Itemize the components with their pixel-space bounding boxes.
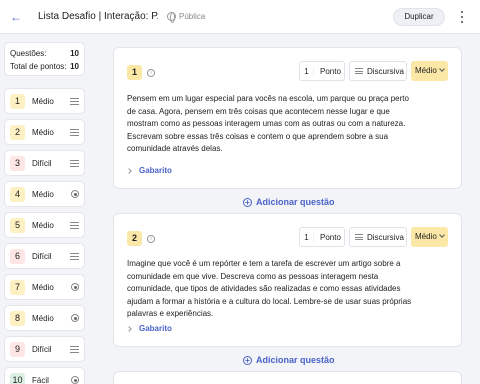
- question-number: 2: [10, 124, 25, 140]
- answer-key-toggle[interactable]: Gabarito: [126, 166, 172, 175]
- sidebar-question-item[interactable]: 1 Médio: [4, 88, 85, 114]
- question-card-1: 1 i 1 Ponto Discursiva Médio Pensem em u…: [113, 47, 462, 189]
- questions-count-label: Questões:: [10, 49, 47, 58]
- points-field[interactable]: 1 Ponto: [299, 61, 345, 81]
- visibility-label: Pública: [179, 12, 206, 21]
- question-level: Médio: [32, 313, 54, 323]
- answer-key-label: Gabarito: [139, 324, 172, 333]
- sidebar-question-item[interactable]: 2 Médio: [4, 119, 85, 145]
- points-unit: Ponto: [320, 232, 341, 242]
- sidebar-question-item[interactable]: 8 Médio: [4, 305, 85, 331]
- chevron-down-icon: [438, 232, 445, 238]
- sidebar-question-item[interactable]: 9 Difícil: [4, 336, 85, 362]
- question-type-label: Discursiva: [367, 66, 404, 76]
- question-level: Difícil: [32, 158, 52, 168]
- discursive-icon: [355, 234, 363, 240]
- discursive-icon: [70, 221, 79, 229]
- question-number: 9: [10, 341, 25, 357]
- question-level: Difícil: [32, 251, 52, 261]
- question-level: Médio: [32, 189, 54, 199]
- difficulty-select[interactable]: Médio: [411, 227, 448, 247]
- discursive-icon: [70, 128, 79, 136]
- question-number: 7: [10, 279, 25, 295]
- question-text: Pensem em um lugar especial para vocês n…: [127, 94, 409, 154]
- question-card-3: [113, 371, 462, 384]
- chevron-right-icon: [126, 325, 132, 332]
- multiple-choice-icon: [71, 314, 79, 322]
- question-level: Médio: [32, 282, 54, 292]
- add-question-button[interactable]: + Adicionar questão: [243, 197, 335, 207]
- globe-icon: [167, 12, 176, 23]
- page-title: Lista Desafio | Interação: P...: [38, 11, 158, 22]
- question-type-label: Discursiva: [367, 232, 404, 242]
- points-field[interactable]: 1 Ponto: [299, 227, 345, 247]
- plus-circle-icon: +: [243, 197, 252, 207]
- question-number: 8: [10, 310, 25, 326]
- chevron-down-icon: [438, 66, 445, 72]
- visibility-badge[interactable]: Pública: [167, 12, 206, 23]
- question-sidebar: Questões: 10 Total de pontos: 10 1 Médio 2 Mé…: [0, 34, 93, 384]
- total-points-value: 10: [70, 62, 79, 71]
- discursive-icon: [355, 68, 363, 74]
- sidebar-question-item[interactable]: 7 Médio: [4, 274, 85, 300]
- discursive-icon: [70, 159, 79, 167]
- discursive-icon: [70, 345, 79, 353]
- duplicate-button[interactable]: Duplicar: [393, 8, 445, 26]
- multiple-choice-icon: [71, 190, 79, 198]
- total-points-label: Total de pontos:: [10, 62, 67, 71]
- sidebar-question-item[interactable]: 5 Médio: [4, 212, 85, 238]
- sidebar-question-item[interactable]: 3 Difícil: [4, 150, 85, 176]
- question-level: Médio: [32, 127, 54, 137]
- points-unit: Ponto: [320, 66, 341, 76]
- sidebar-question-item[interactable]: 10 Fácil: [4, 367, 85, 384]
- add-question-label: Adicionar questão: [256, 197, 335, 207]
- chevron-right-icon: [126, 167, 132, 174]
- question-level: Difícil: [32, 344, 52, 354]
- plus-circle-icon: +: [243, 355, 252, 365]
- more-options-icon[interactable]: [458, 10, 466, 24]
- question-number: 3: [10, 155, 25, 171]
- list-summary: Questões: 10 Total de pontos: 10: [4, 42, 85, 76]
- question-card-2: 2 i 1 Ponto Discursiva Médio Imagine que…: [113, 213, 462, 347]
- back-arrow-icon[interactable]: ←: [9, 10, 23, 24]
- questions-count-value: 10: [70, 49, 79, 58]
- points-value[interactable]: 1: [300, 66, 314, 76]
- info-icon[interactable]: i: [147, 69, 155, 77]
- discursive-icon: [70, 252, 79, 260]
- question-number-badge: 1: [127, 65, 142, 80]
- difficulty-select[interactable]: Médio: [411, 61, 448, 81]
- question-level: Médio: [32, 96, 54, 106]
- question-number: 6: [10, 248, 25, 264]
- sidebar-question-item[interactable]: 6 Difícil: [4, 243, 85, 269]
- top-bar: ← Lista Desafio | Interação: P... Públic…: [0, 0, 480, 34]
- multiple-choice-icon: [71, 283, 79, 291]
- answer-key-label: Gabarito: [139, 166, 172, 175]
- question-number-badge: 2: [127, 231, 142, 246]
- info-icon[interactable]: i: [147, 235, 155, 243]
- multiple-choice-icon: [71, 376, 79, 384]
- discursive-icon: [70, 97, 79, 105]
- question-number: 10: [10, 372, 25, 384]
- add-question-label: Adicionar questão: [256, 355, 335, 365]
- question-level: Médio: [32, 220, 54, 230]
- question-number: 4: [10, 186, 25, 202]
- add-question-button[interactable]: + Adicionar questão: [243, 355, 335, 365]
- question-type-select[interactable]: Discursiva: [349, 61, 407, 81]
- question-level: Fácil: [32, 375, 49, 384]
- question-type-select[interactable]: Discursiva: [349, 227, 407, 247]
- difficulty-label: Médio: [415, 66, 437, 75]
- sidebar-question-item[interactable]: 4 Médio: [4, 181, 85, 207]
- question-text: Imagine que você é um repórter e tem a t…: [127, 259, 412, 319]
- question-number: 1: [10, 93, 25, 109]
- answer-key-toggle[interactable]: Gabarito: [126, 324, 172, 333]
- points-value[interactable]: 1: [300, 232, 314, 242]
- question-number: 5: [10, 217, 25, 233]
- difficulty-label: Médio: [415, 232, 437, 241]
